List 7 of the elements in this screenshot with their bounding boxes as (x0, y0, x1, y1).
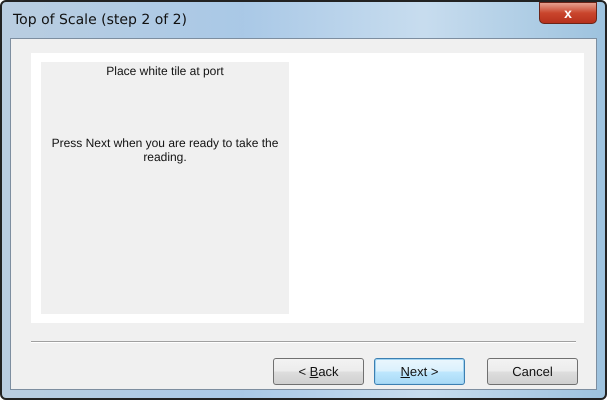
instruction-text: Press Next when you are ready to take the reading. (51, 136, 279, 164)
close-button[interactable]: x (539, 2, 597, 24)
window-title: Top of Scale (step 2 of 2) (13, 12, 188, 28)
instruction-heading: Place white tile at port (106, 64, 224, 78)
back-button[interactable]: < Back (273, 358, 364, 385)
cancel-button[interactable]: Cancel (487, 358, 578, 385)
next-button[interactable]: Next > (374, 358, 465, 385)
